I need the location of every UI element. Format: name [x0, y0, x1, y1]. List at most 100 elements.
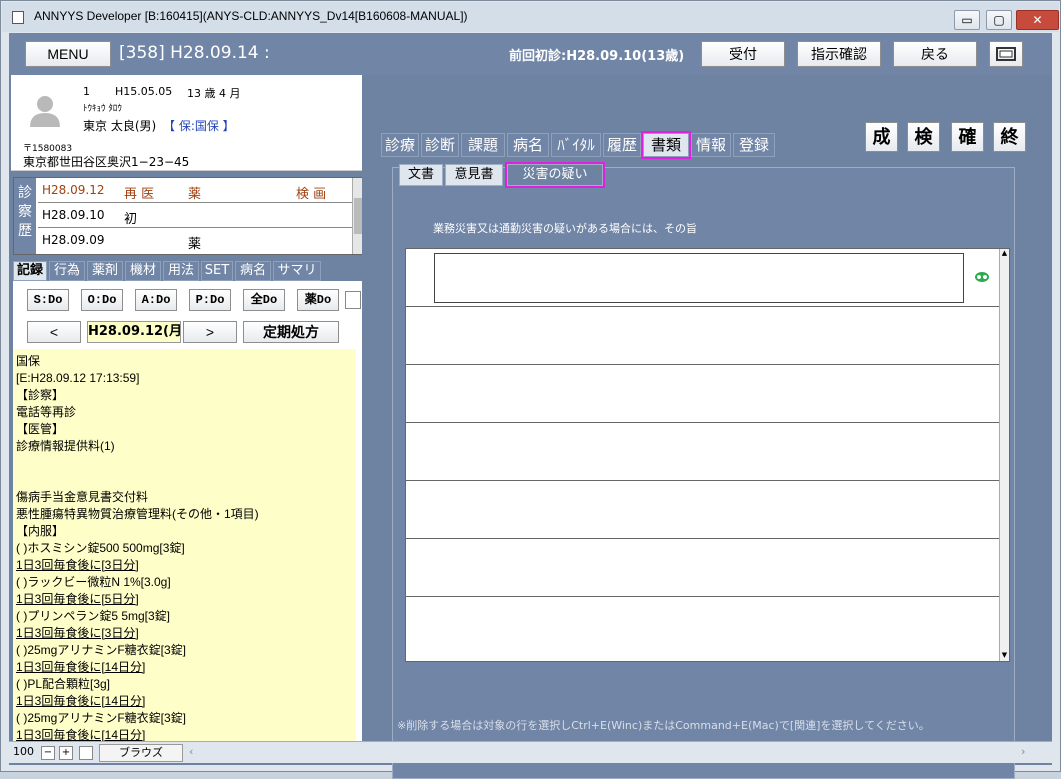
tab-kiroku[interactable]: 記録	[13, 261, 47, 281]
history-scrollbar[interactable]	[352, 178, 362, 254]
history-scroll-thumb[interactable]	[354, 198, 362, 234]
grid-row[interactable]	[406, 365, 999, 423]
tab-byoumei[interactable]: 病名	[235, 261, 271, 281]
note-line: 国保	[16, 354, 41, 368]
shuu-button[interactable]: 終	[993, 122, 1026, 152]
o-do-button[interactable]: O:Do	[81, 289, 123, 311]
note-line: 悪性腫瘍特異物質治療管理料(その他・1項目)	[16, 507, 259, 521]
disaster-text-input[interactable]	[434, 253, 964, 303]
tab-set[interactable]: SET	[201, 261, 233, 281]
tab-kadai[interactable]: 課題	[461, 133, 505, 157]
back-button[interactable]: 戻る	[893, 41, 977, 67]
all-do-button[interactable]: 全Do	[243, 289, 285, 311]
history-row[interactable]: H28.09.10 初	[38, 203, 352, 228]
scroll-down-icon[interactable]: ▼	[1000, 651, 1009, 661]
menu-button[interactable]: MENU	[25, 41, 111, 67]
tab-disaster-suspicion[interactable]: 災害の疑い	[505, 162, 605, 188]
med-do-button[interactable]: 薬Do	[297, 289, 339, 311]
patient-kana: ﾄｳｷｮｳ ﾀﾛｳ	[83, 104, 122, 114]
history-med: 薬	[188, 237, 202, 252]
tab-bunsho[interactable]: 文書	[399, 164, 443, 186]
record-note[interactable]: 国保 [E:H28.09.12 17:13:59] 【診察】 電話等再診 【医管】 診療情…	[13, 349, 356, 741]
tab-summary[interactable]: サマリ	[273, 261, 321, 281]
a-do-button[interactable]: A:Do	[135, 289, 177, 311]
date-prev-button[interactable]: <	[27, 321, 81, 343]
app-window: ANNYYS Developer [B:160415](ANYS-CLD:ANN…	[0, 0, 1061, 779]
note-line: 【診察】	[16, 388, 65, 402]
disaster-grid: ▲ ▼	[405, 248, 1010, 662]
grid-row[interactable]	[406, 597, 999, 655]
note-line: 1日3回毎食後に[3日分]	[16, 626, 139, 640]
s-do-button[interactable]: S:Do	[27, 289, 69, 311]
tab-touroku[interactable]: 登録	[733, 133, 775, 157]
zoom-out-icon[interactable]: −	[41, 746, 55, 760]
record-panel: S:Do O:Do A:Do P:Do 全Do 薬Do < H28.09.12(…	[13, 281, 362, 741]
tab-kizai[interactable]: 機材	[125, 261, 161, 281]
footer-hint: ※削除する場合は対象の行を選択しCtrl+E(Winc)またはCommand+E…	[397, 719, 930, 732]
history-row[interactable]: H28.09.09 薬	[38, 228, 352, 253]
kaku-button[interactable]: 確	[951, 122, 984, 152]
toggle-checkbox[interactable]	[345, 291, 361, 309]
document-area: 文書 意見書 災害の疑い 業務災害又は通勤災害の疑いがある場合には、その旨 ▲ …	[392, 162, 1015, 779]
current-date: H28.09.12(月)	[87, 321, 188, 343]
status-bar: 100 − + ブラウズ ‹ ›	[9, 741, 1052, 763]
note-line: 傷病手当金意見書交付料	[16, 490, 149, 504]
tab-koui[interactable]: 行為	[49, 261, 85, 281]
tab-rireki[interactable]: 履歴	[603, 133, 641, 157]
note-line: ( )プリンペラン錠5 5mg[3錠]	[16, 609, 171, 623]
note-line: 【内服】	[16, 524, 65, 538]
date-next-button[interactable]: >	[183, 321, 237, 343]
grid-row[interactable]	[406, 481, 999, 539]
visit-history: 診察歴 H28.09.12 再 医 薬 検 画 H28.09.10 初 H28.…	[13, 177, 362, 255]
maximize-icon: ▢	[993, 13, 1005, 27]
history-date: H28.09.12	[42, 183, 105, 197]
tab-youhou[interactable]: 用法	[163, 261, 199, 281]
tab-yakuzai[interactable]: 薬剤	[87, 261, 123, 281]
scroll-up-icon[interactable]: ▲	[1000, 249, 1009, 259]
hscroll-left-icon[interactable]: ‹	[189, 745, 193, 758]
app-icon	[12, 11, 24, 24]
grid-row[interactable]	[406, 249, 999, 307]
note-line: 1日3回毎食後に[3日分]	[16, 558, 139, 572]
tab-shindan[interactable]: 診断	[421, 133, 459, 157]
note-line	[16, 472, 356, 489]
note-line: ( )25mgアリナミンF糖衣錠[3錠]	[16, 643, 187, 657]
window-toggle-button[interactable]	[989, 41, 1023, 67]
tab-jouhou[interactable]: 情報	[691, 133, 731, 157]
grid-row[interactable]	[406, 307, 999, 365]
tab-shorui[interactable]: 書類	[641, 131, 691, 159]
grid-row[interactable]	[406, 423, 999, 481]
note-line	[16, 455, 356, 472]
sei-button[interactable]: 成	[865, 122, 898, 152]
note-line: 1日3回毎食後に[14日分]	[16, 660, 146, 674]
layout-icon[interactable]	[79, 746, 93, 760]
note-line: 診療情報提供料(1)	[16, 439, 115, 453]
tab-ikensho[interactable]: 意見書	[445, 164, 503, 186]
history-row[interactable]: H28.09.12 再 医 薬 検 画	[38, 178, 352, 203]
close-button[interactable]: ✕	[1016, 10, 1059, 30]
zoom-in-icon[interactable]: +	[59, 746, 73, 760]
mode-indicator: ブラウズ	[99, 744, 183, 762]
link-icon[interactable]	[974, 271, 990, 283]
maximize-button[interactable]: ▢	[986, 10, 1012, 30]
hscroll-right-icon[interactable]: ›	[1021, 745, 1025, 758]
instruction-confirm-button[interactable]: 指示確認	[797, 41, 881, 67]
tab-vital[interactable]: ﾊﾞｲﾀﾙ	[551, 133, 601, 157]
window-title: ANNYYS Developer [B:160415](ANYS-CLD:ANN…	[34, 9, 468, 23]
tab-shinryou[interactable]: 診療	[381, 133, 419, 157]
grid-row[interactable]	[406, 539, 999, 597]
grid-scrollbar[interactable]: ▲ ▼	[999, 249, 1009, 661]
patient-birth: H15.05.05	[115, 85, 173, 98]
uketsuke-button[interactable]: 受付	[701, 41, 785, 67]
teiki-button[interactable]: 定期処方	[243, 321, 339, 343]
patient-name: 東京 太良(男)	[83, 119, 157, 133]
patient-address: 東京都世田谷区奥沢1−23−45	[23, 155, 190, 169]
tab-byoumei-main[interactable]: 病名	[507, 133, 549, 157]
history-med: 薬	[188, 187, 202, 202]
ken-button[interactable]: 検	[907, 122, 940, 152]
note-line: ( )PL配合顆粒[3g]	[16, 677, 111, 691]
minimize-button[interactable]: ▭	[954, 10, 980, 30]
history-flags: 検 画	[296, 187, 327, 202]
p-do-button[interactable]: P:Do	[189, 289, 231, 311]
top-toolbar: MENU [358] H28.09.14 : 前回初診:H28.09.10(13…	[9, 33, 1052, 75]
